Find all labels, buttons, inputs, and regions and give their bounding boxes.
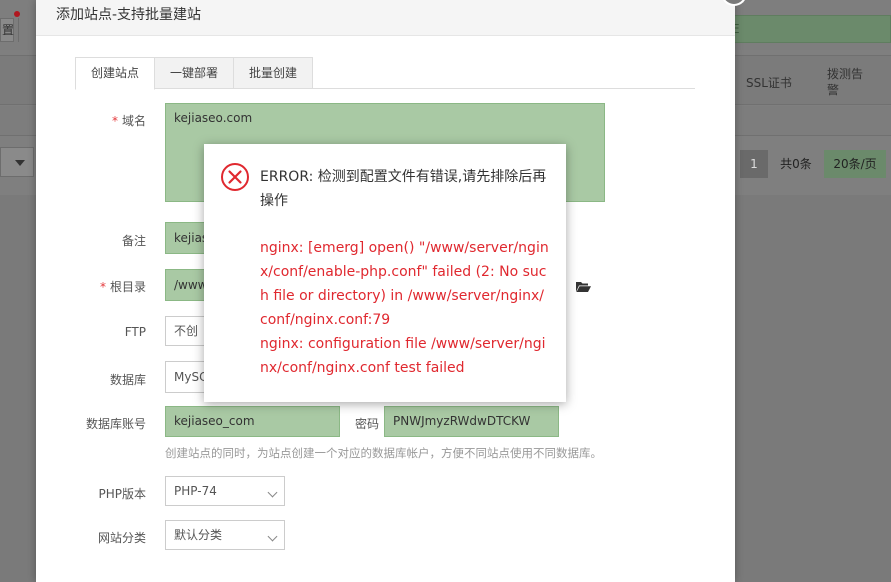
tab-batch-create[interactable]: 批量创建 bbox=[233, 57, 313, 89]
php-version-label: PHP版本 bbox=[98, 487, 147, 501]
bg-batch-select bbox=[0, 147, 34, 177]
domain-label-text: 域名 bbox=[121, 114, 146, 128]
root-dir-label-text: 根目录 bbox=[109, 280, 146, 294]
bg-pager-size: 20条/页 bbox=[824, 150, 886, 178]
database-label: 数据库 bbox=[109, 373, 146, 387]
root-dir-label: * 根目录 bbox=[36, 278, 146, 295]
error-detail: nginx: [emerg] open() "/www/server/nginx… bbox=[260, 236, 550, 380]
category-value: 默认分类 bbox=[174, 528, 223, 542]
bg-col-ssl: SSL证书 bbox=[746, 76, 792, 90]
error-title: ERROR: 检测到配置文件有错误,请先排除后再操作 bbox=[260, 169, 547, 209]
db-hint-text: 创建站点的同时，为站点创建一个对应的数据库帐户，方便不同站点使用不同数据库。 bbox=[165, 446, 602, 460]
category-label: 网站分类 bbox=[97, 531, 146, 545]
error-line-1: nginx: [emerg] open() "/www/server/nginx… bbox=[260, 240, 549, 328]
required-mark: * bbox=[99, 280, 106, 294]
bg-col-probe: 拨测告警 bbox=[827, 67, 864, 97]
error-x-icon bbox=[221, 163, 249, 191]
bg-pager-total: 共0条 bbox=[780, 157, 812, 171]
tab-one-click-deploy[interactable]: 一键部署 bbox=[154, 57, 234, 89]
remark-label: 备注 bbox=[121, 234, 146, 248]
bg-notice-strip: E bbox=[725, 15, 891, 43]
password-label: 密码 bbox=[354, 417, 379, 431]
password-input[interactable]: PNWJmyzRWdwDTCKW bbox=[384, 406, 559, 437]
bg-status-dot bbox=[14, 11, 20, 17]
bg-pager-current: 1 bbox=[740, 150, 768, 178]
bg-toolbar-button-2 bbox=[18, 18, 36, 42]
modal-tabs: 创建站点 一键部署 批量创建 bbox=[75, 57, 695, 90]
db-account-label: 数据库账号 bbox=[85, 417, 146, 431]
error-dialog: ERROR: 检测到配置文件有错误,请先排除后再操作 nginx: [emerg… bbox=[204, 144, 566, 402]
chevron-down-icon bbox=[15, 160, 25, 166]
php-version-select[interactable]: PHP-74 bbox=[165, 476, 285, 506]
bg-toolbar-button: 置 bbox=[0, 18, 14, 42]
folder-open-icon[interactable] bbox=[576, 281, 591, 292]
category-select[interactable]: 默认分类 bbox=[165, 520, 285, 550]
php-version-value: PHP-74 bbox=[174, 484, 217, 498]
ftp-label: FTP bbox=[124, 325, 146, 339]
domain-label: * 域名 bbox=[36, 112, 146, 129]
chevron-down-icon bbox=[267, 487, 278, 498]
error-line-2: nginx: configuration file /www/server/ng… bbox=[260, 336, 546, 376]
chevron-down-icon bbox=[267, 531, 278, 542]
required-mark: * bbox=[111, 114, 118, 128]
tab-create-site[interactable]: 创建站点 bbox=[75, 57, 155, 90]
modal-title: 添加站点-支持批量建站 bbox=[36, 0, 735, 36]
